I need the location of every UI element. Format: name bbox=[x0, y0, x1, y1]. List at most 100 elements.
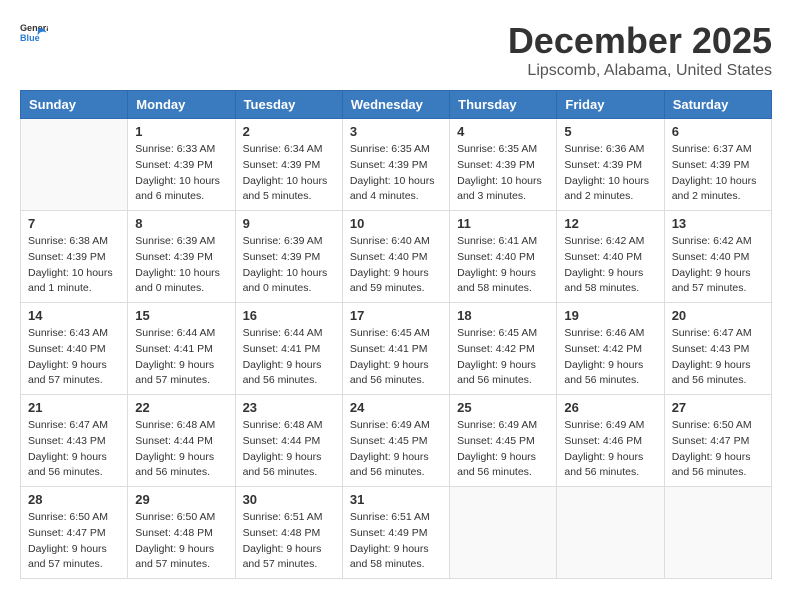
day-number: 1 bbox=[135, 124, 227, 139]
day-cell: 9 Sunrise: 6:39 AMSunset: 4:39 PMDaylight… bbox=[235, 211, 342, 303]
day-info: Sunrise: 6:48 AMSunset: 4:44 PMDaylight:… bbox=[243, 418, 335, 481]
week-row-5: 28Sunrise: 6:50 AMSunset: 4:47 PMDayligh… bbox=[21, 487, 772, 579]
day-number: 14 bbox=[28, 308, 120, 323]
day-cell: 11 Sunrise: 6:41 AMSunset: 4:40 PMDayligh… bbox=[450, 211, 557, 303]
day-number: 15 bbox=[135, 308, 227, 323]
day-cell bbox=[557, 487, 664, 579]
weekday-header-sunday: Sunday bbox=[21, 91, 128, 119]
day-cell: 21 Sunrise: 6:47 AMSunset: 4:43 PMDayligh… bbox=[21, 395, 128, 487]
day-cell: 5 Sunrise: 6:36 AMSunset: 4:39 PMDaylight… bbox=[557, 119, 664, 211]
day-info: Sunrise: 6:45 AMSunset: 4:41 PMDaylight:… bbox=[350, 326, 442, 389]
day-info: Sunrise: 6:47 AMSunset: 4:43 PMDaylight:… bbox=[28, 418, 120, 481]
day-info: Sunrise: 6:35 AMSunset: 4:39 PMDaylight:… bbox=[350, 142, 442, 205]
weekday-header-monday: Monday bbox=[128, 91, 235, 119]
day-cell: 13 Sunrise: 6:42 AMSunset: 4:40 PMDayligh… bbox=[664, 211, 771, 303]
day-cell: 6 Sunrise: 6:37 AMSunset: 4:39 PMDaylight… bbox=[664, 119, 771, 211]
day-cell: 7Sunrise: 6:38 AMSunset: 4:39 PMDaylight… bbox=[21, 211, 128, 303]
day-info: Sunrise: 6:47 AMSunset: 4:43 PMDaylight:… bbox=[672, 326, 764, 389]
day-info: Sunrise: 6:33 AMSunset: 4:39 PMDaylight:… bbox=[135, 142, 227, 205]
day-cell: 20 Sunrise: 6:47 AMSunset: 4:43 PMDayligh… bbox=[664, 303, 771, 395]
day-number: 16 bbox=[243, 308, 335, 323]
weekday-header-row: SundayMondayTuesdayWednesdayThursdayFrid… bbox=[21, 91, 772, 119]
day-cell: 24Sunrise: 6:49 AMSunset: 4:45 PMDayligh… bbox=[342, 395, 449, 487]
day-cell: 19 Sunrise: 6:46 AMSunset: 4:42 PMDayligh… bbox=[557, 303, 664, 395]
calendar-table: SundayMondayTuesdayWednesdayThursdayFrid… bbox=[20, 90, 772, 579]
location-title: Lipscomb, Alabama, United States bbox=[508, 62, 772, 80]
day-number: 5 bbox=[564, 124, 656, 139]
day-info: Sunrise: 6:38 AMSunset: 4:39 PMDaylight:… bbox=[28, 234, 120, 297]
day-info: Sunrise: 6:48 AMSunset: 4:44 PMDaylight:… bbox=[135, 418, 227, 481]
page-header: General Blue December 2025 Lipscomb, Ala… bbox=[20, 20, 772, 80]
day-number: 30 bbox=[243, 492, 335, 507]
day-number: 12 bbox=[564, 216, 656, 231]
day-cell: 29 Sunrise: 6:50 AMSunset: 4:48 PMDayligh… bbox=[128, 487, 235, 579]
day-cell: 12 Sunrise: 6:42 AMSunset: 4:40 PMDayligh… bbox=[557, 211, 664, 303]
day-number: 20 bbox=[672, 308, 764, 323]
day-info: Sunrise: 6:51 AMSunset: 4:49 PMDaylight:… bbox=[350, 510, 442, 573]
day-cell: 4 Sunrise: 6:35 AMSunset: 4:39 PMDaylight… bbox=[450, 119, 557, 211]
day-number: 18 bbox=[457, 308, 549, 323]
week-row-1: 1 Sunrise: 6:33 AMSunset: 4:39 PMDaylight… bbox=[21, 119, 772, 211]
day-cell: 25Sunrise: 6:49 AMSunset: 4:45 PMDayligh… bbox=[450, 395, 557, 487]
day-info: Sunrise: 6:41 AMSunset: 4:40 PMDaylight:… bbox=[457, 234, 549, 297]
day-number: 9 bbox=[243, 216, 335, 231]
day-info: Sunrise: 6:46 AMSunset: 4:42 PMDaylight:… bbox=[564, 326, 656, 389]
title-area: December 2025 Lipscomb, Alabama, United … bbox=[508, 20, 772, 80]
day-cell: 10Sunrise: 6:40 AMSunset: 4:40 PMDayligh… bbox=[342, 211, 449, 303]
day-info: Sunrise: 6:42 AMSunset: 4:40 PMDaylight:… bbox=[564, 234, 656, 297]
day-cell: 2 Sunrise: 6:34 AMSunset: 4:39 PMDaylight… bbox=[235, 119, 342, 211]
weekday-header-saturday: Saturday bbox=[664, 91, 771, 119]
day-number: 22 bbox=[135, 400, 227, 415]
day-number: 21 bbox=[28, 400, 120, 415]
day-cell: 18 Sunrise: 6:45 AMSunset: 4:42 PMDayligh… bbox=[450, 303, 557, 395]
day-info: Sunrise: 6:50 AMSunset: 4:47 PMDaylight:… bbox=[28, 510, 120, 573]
day-number: 13 bbox=[672, 216, 764, 231]
svg-text:Blue: Blue bbox=[20, 33, 40, 43]
day-cell: 8 Sunrise: 6:39 AMSunset: 4:39 PMDaylight… bbox=[128, 211, 235, 303]
day-cell: 1 Sunrise: 6:33 AMSunset: 4:39 PMDaylight… bbox=[128, 119, 235, 211]
day-info: Sunrise: 6:44 AMSunset: 4:41 PMDaylight:… bbox=[135, 326, 227, 389]
weekday-header-tuesday: Tuesday bbox=[235, 91, 342, 119]
day-info: Sunrise: 6:39 AMSunset: 4:39 PMDaylight:… bbox=[135, 234, 227, 297]
day-info: Sunrise: 6:39 AMSunset: 4:39 PMDaylight:… bbox=[243, 234, 335, 297]
day-number: 26 bbox=[564, 400, 656, 415]
day-cell: 16Sunrise: 6:44 AMSunset: 4:41 PMDayligh… bbox=[235, 303, 342, 395]
week-row-4: 21 Sunrise: 6:47 AMSunset: 4:43 PMDayligh… bbox=[21, 395, 772, 487]
day-cell: 3Sunrise: 6:35 AMSunset: 4:39 PMDaylight… bbox=[342, 119, 449, 211]
day-info: Sunrise: 6:36 AMSunset: 4:39 PMDaylight:… bbox=[564, 142, 656, 205]
day-info: Sunrise: 6:42 AMSunset: 4:40 PMDaylight:… bbox=[672, 234, 764, 297]
day-number: 2 bbox=[243, 124, 335, 139]
day-number: 27 bbox=[672, 400, 764, 415]
weekday-header-friday: Friday bbox=[557, 91, 664, 119]
weekday-header-thursday: Thursday bbox=[450, 91, 557, 119]
day-cell bbox=[450, 487, 557, 579]
day-info: Sunrise: 6:49 AMSunset: 4:46 PMDaylight:… bbox=[564, 418, 656, 481]
day-number: 6 bbox=[672, 124, 764, 139]
day-info: Sunrise: 6:45 AMSunset: 4:42 PMDaylight:… bbox=[457, 326, 549, 389]
day-info: Sunrise: 6:51 AMSunset: 4:48 PMDaylight:… bbox=[243, 510, 335, 573]
day-cell: 31Sunrise: 6:51 AMSunset: 4:49 PMDayligh… bbox=[342, 487, 449, 579]
day-number: 8 bbox=[135, 216, 227, 231]
day-number: 17 bbox=[350, 308, 442, 323]
day-cell: 15 Sunrise: 6:44 AMSunset: 4:41 PMDayligh… bbox=[128, 303, 235, 395]
day-info: Sunrise: 6:35 AMSunset: 4:39 PMDaylight:… bbox=[457, 142, 549, 205]
day-cell bbox=[21, 119, 128, 211]
day-number: 11 bbox=[457, 216, 549, 231]
day-number: 29 bbox=[135, 492, 227, 507]
day-info: Sunrise: 6:40 AMSunset: 4:40 PMDaylight:… bbox=[350, 234, 442, 297]
day-cell: 26 Sunrise: 6:49 AMSunset: 4:46 PMDayligh… bbox=[557, 395, 664, 487]
day-cell: 23Sunrise: 6:48 AMSunset: 4:44 PMDayligh… bbox=[235, 395, 342, 487]
day-number: 19 bbox=[564, 308, 656, 323]
day-info: Sunrise: 6:37 AMSunset: 4:39 PMDaylight:… bbox=[672, 142, 764, 205]
day-cell: 30 Sunrise: 6:51 AMSunset: 4:48 PMDayligh… bbox=[235, 487, 342, 579]
week-row-3: 14Sunrise: 6:43 AMSunset: 4:40 PMDayligh… bbox=[21, 303, 772, 395]
day-cell: 28Sunrise: 6:50 AMSunset: 4:47 PMDayligh… bbox=[21, 487, 128, 579]
day-number: 25 bbox=[457, 400, 549, 415]
day-number: 4 bbox=[457, 124, 549, 139]
logo: General Blue bbox=[20, 20, 48, 48]
day-info: Sunrise: 6:34 AMSunset: 4:39 PMDaylight:… bbox=[243, 142, 335, 205]
day-cell: 14Sunrise: 6:43 AMSunset: 4:40 PMDayligh… bbox=[21, 303, 128, 395]
day-cell: 22 Sunrise: 6:48 AMSunset: 4:44 PMDayligh… bbox=[128, 395, 235, 487]
day-info: Sunrise: 6:50 AMSunset: 4:47 PMDaylight:… bbox=[672, 418, 764, 481]
day-info: Sunrise: 6:50 AMSunset: 4:48 PMDaylight:… bbox=[135, 510, 227, 573]
